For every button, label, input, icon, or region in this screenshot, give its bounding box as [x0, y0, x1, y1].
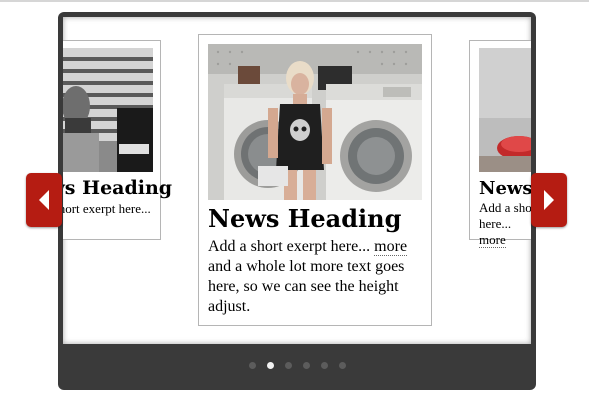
news-card-excerpt: Add a short exerpt here... more and a wh… — [208, 237, 426, 317]
top-divider — [0, 0, 589, 2]
pagination-dot[interactable] — [338, 361, 346, 369]
news-card-current[interactable]: News Heading Add a short exerpt here... … — [198, 34, 432, 326]
news-card-next[interactable]: News Heading Add a short exerpt here...m… — [469, 40, 531, 248]
news-card-heading: News Heading — [479, 178, 531, 199]
news-card-heading: News Heading — [208, 204, 402, 233]
read-more-link[interactable]: more — [374, 238, 408, 256]
news-card-image — [479, 48, 531, 172]
news-card-extra-text: and a whole lot more text goes here, so … — [208, 258, 405, 315]
news-card-previous[interactable]: News Heading Add a short exerpt here... — [63, 40, 172, 240]
read-more-link[interactable]: more — [479, 232, 506, 248]
news-card-excerpt-text: Add a short exerpt here... — [479, 200, 531, 231]
pagination-dot[interactable] — [284, 361, 292, 369]
news-card-image — [208, 44, 422, 200]
news-carousel: News Heading Add a short exerpt here... — [58, 12, 536, 390]
pagination-dot[interactable] — [320, 361, 328, 369]
chevron-right-icon — [544, 190, 554, 210]
news-card-excerpt-text: Add a short exerpt here... — [208, 238, 371, 255]
pagination-dot[interactable] — [266, 361, 274, 369]
pagination-dot[interactable] — [248, 361, 256, 369]
news-card-excerpt: Add a short exerpt here... — [63, 201, 159, 216]
carousel-viewport: News Heading Add a short exerpt here... — [63, 17, 531, 344]
chevron-left-icon — [39, 190, 49, 210]
news-card-heading: News Heading — [63, 177, 173, 199]
news-card-excerpt: Add a short exerpt here...more — [479, 200, 531, 248]
next-slide-button[interactable] — [531, 173, 567, 227]
pagination-dot[interactable] — [302, 361, 310, 369]
news-card-image — [63, 48, 153, 172]
previous-slide-button[interactable] — [26, 173, 62, 227]
carousel-pagination — [58, 355, 536, 375]
news-card-excerpt-text: Add a short exerpt here... — [63, 201, 151, 216]
